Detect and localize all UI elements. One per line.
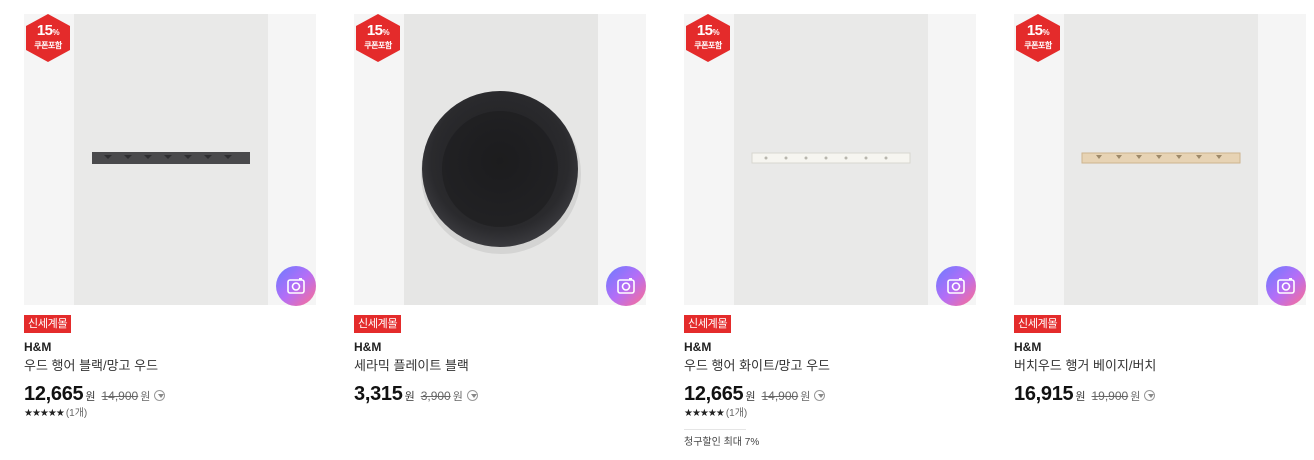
discount-badge: 15% 쿠폰포함	[686, 14, 730, 62]
product-card[interactable]: 15% 쿠폰포함 신세계몰 H&M 우드 행어 블랙/망고 우드 12,665 …	[24, 0, 316, 460]
image-search-button[interactable]	[936, 266, 976, 306]
original-price: 19,900	[1091, 389, 1129, 403]
image-search-button[interactable]	[1266, 266, 1306, 306]
price-row: 12,665 원 14,900 원	[684, 383, 826, 407]
product-brand: H&M	[684, 340, 712, 354]
store-tag: 신세계몰	[1014, 315, 1062, 333]
product-name[interactable]: 세라믹 플레이트 블랙	[354, 358, 469, 374]
camera-icon	[617, 278, 635, 294]
hanger-white-illustration	[751, 152, 911, 164]
currency-unit: 원	[745, 391, 756, 403]
currency-unit: 원	[404, 391, 415, 403]
review-count: (1개)	[725, 408, 748, 419]
coupon-label: 쿠폰포함	[694, 41, 722, 50]
review-count: (1개)	[65, 408, 88, 419]
price-row: 16,915 원 19,900 원	[1014, 383, 1156, 407]
camera-icon	[947, 278, 965, 294]
product-name[interactable]: 우드 행어 화이트/망고 우드	[684, 358, 830, 374]
hanger-birch-illustration	[1081, 152, 1241, 164]
star-rating-icon: ★★★★★	[684, 408, 725, 419]
product-card[interactable]: 15% 쿠폰포함 신세계몰 H&M 우드 행어 화이트/망고 우드 12,665…	[684, 0, 976, 460]
sale-price: 16,915	[1014, 383, 1074, 405]
coupon-label: 쿠폰포함	[1024, 41, 1052, 50]
currency-unit: 원	[1130, 391, 1141, 403]
sale-price: 3,315	[354, 383, 403, 405]
store-tag: 신세계몰	[354, 315, 402, 333]
price-info-icon[interactable]	[466, 390, 478, 401]
camera-icon	[1277, 278, 1295, 294]
currency-unit: 원	[85, 391, 96, 403]
product-card[interactable]: 15% 쿠폰포함 신세계몰 H&M 버치우드 행거 베이지/버치 16,915 …	[1014, 0, 1306, 460]
divider	[684, 429, 746, 430]
currency-unit: 원	[452, 391, 463, 403]
store-tag: 신세계몰	[24, 315, 72, 333]
discount-percent: 15	[366, 22, 383, 39]
currency-unit: 원	[800, 391, 811, 403]
sale-price: 12,665	[684, 383, 744, 405]
coupon-label: 쿠폰포함	[364, 41, 392, 50]
product-name[interactable]: 우드 행어 블랙/망고 우드	[24, 358, 158, 374]
billing-discount: 청구할인 최대 7%	[684, 437, 760, 448]
price-info-icon[interactable]	[154, 390, 166, 401]
discount-percent: 15	[696, 22, 713, 39]
discount-badge: 15% 쿠폰포함	[1016, 14, 1060, 62]
product-brand: H&M	[1014, 340, 1042, 354]
price-info-icon[interactable]	[1144, 390, 1156, 401]
price-row: 3,315 원 3,900 원	[354, 383, 478, 407]
sale-price: 12,665	[24, 383, 84, 405]
price-row: 12,665 원 14,900 원	[24, 383, 166, 407]
currency-unit: 원	[140, 391, 151, 403]
discount-percent: 15	[1026, 22, 1043, 39]
discount-badge: 15% 쿠폰포함	[356, 14, 400, 62]
product-brand: H&M	[24, 340, 52, 354]
product-name[interactable]: 버치우드 행거 베이지/버치	[1014, 358, 1156, 374]
image-search-button[interactable]	[606, 266, 646, 306]
original-price: 3,900	[420, 389, 451, 403]
rating: ★★★★★ (1개)	[24, 408, 87, 420]
hanger-black-illustration	[92, 152, 250, 164]
original-price: 14,900	[761, 389, 799, 403]
original-price: 14,900	[101, 389, 139, 403]
camera-icon	[287, 278, 305, 294]
star-rating-icon: ★★★★★	[24, 408, 65, 419]
plate-black-illustration	[421, 91, 581, 254]
discount-percent: 15	[36, 22, 53, 39]
product-card[interactable]: 15% 쿠폰포함 신세계몰 H&M 세라믹 플레이트 블랙 3,315 원 3,…	[354, 0, 646, 460]
discount-badge: 15% 쿠폰포함	[26, 14, 70, 62]
coupon-label: 쿠폰포함	[34, 41, 62, 50]
store-tag: 신세계몰	[684, 315, 732, 333]
image-search-button[interactable]	[276, 266, 316, 306]
product-brand: H&M	[354, 340, 382, 354]
price-info-icon[interactable]	[814, 390, 826, 401]
currency-unit: 원	[1075, 391, 1086, 403]
rating: ★★★★★ (1개)	[684, 408, 747, 420]
